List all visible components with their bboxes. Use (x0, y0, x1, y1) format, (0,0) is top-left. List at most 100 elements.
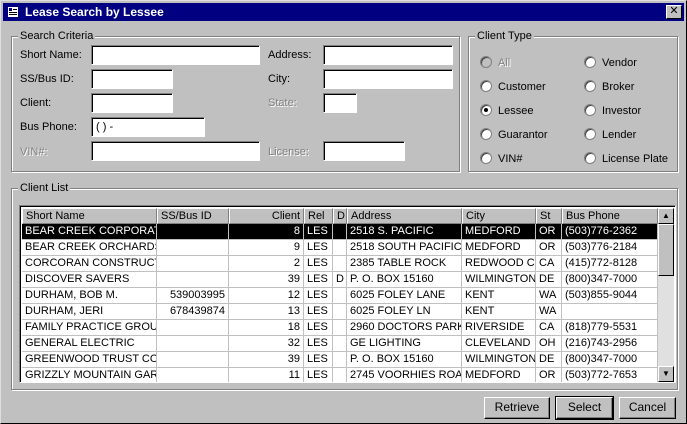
radio-vendor-label: Vendor (602, 57, 637, 69)
radio-lender[interactable]: Lender (584, 128, 636, 141)
close-button[interactable]: ✕ (666, 5, 682, 19)
column-header-d[interactable]: D (333, 208, 347, 224)
vin-input[interactable] (91, 141, 260, 161)
app-icon (8, 7, 18, 17)
radio-vendor[interactable]: Vendor (584, 56, 637, 69)
ss-bus-id-label: SS/Bus ID: (20, 73, 74, 85)
cell-ss-bus-id (157, 368, 229, 382)
address-label: Address: (268, 49, 312, 61)
ss-bus-id-input[interactable] (91, 69, 173, 89)
column-header-client[interactable]: Client (229, 208, 304, 224)
select-button[interactable]: Select (555, 396, 614, 420)
cell-city: WILMINGTON (462, 272, 536, 288)
cell-short-name: DISCOVER SAVERS (22, 272, 157, 288)
cell-address: 2960 DOCTORS PARK (347, 320, 462, 336)
cell-client: 8 (229, 224, 304, 240)
cell-bus-phone: (503)772-7653 (562, 368, 658, 382)
search-criteria-title: Search Criteria (18, 30, 96, 42)
scroll-up-button[interactable]: ▲ (658, 208, 674, 224)
table-row[interactable]: BEAR CREEK ORCHARDS 9 LES 2518 SOUTH PACIFI… (22, 240, 658, 256)
cell-address: P. O. BOX 15160 (347, 352, 462, 368)
column-header-short-name[interactable]: Short Name (22, 208, 157, 224)
table-row[interactable]: FAMILY PRACTICE GROUP 18 LES 2960 DOCTORS P… (22, 320, 658, 336)
column-header-city[interactable]: City (462, 208, 536, 224)
address-input[interactable] (323, 45, 453, 65)
radio-guarantor-label: Guarantor (498, 129, 548, 141)
cell-ss-bus-id (157, 320, 229, 336)
radio-lessee-label: Lessee (498, 105, 534, 117)
cell-ss-bus-id: 539003995 (157, 288, 229, 304)
cell-client: 39 (229, 352, 304, 368)
radio-guarantor-indicator (480, 128, 492, 140)
cell-client: 9 (229, 240, 304, 256)
radio-customer[interactable]: Customer (480, 80, 546, 93)
radio-license-plate[interactable]: License Plate (584, 152, 668, 165)
column-header-ss-bus-id[interactable]: SS/Bus ID (157, 208, 229, 224)
retrieve-button[interactable]: Retrieve (484, 397, 550, 419)
radio-customer-indicator (480, 80, 492, 92)
table-row[interactable]: BEAR CREEK CORPORATION 8LES 2518 S. PACIFI… (22, 224, 658, 240)
table-row[interactable]: GREENWOOD TRUST CO 39 LES P. O. BOX 15160 WI… (22, 352, 658, 368)
cell-city: WILMINGTON (462, 352, 536, 368)
cell-st: DE (536, 272, 562, 288)
radio-broker[interactable]: Broker (584, 80, 634, 93)
scroll-down-button[interactable]: ▼ (658, 366, 674, 382)
cell-address: 6025 FOLEY LANE (347, 288, 462, 304)
cell-client: 13 (229, 304, 304, 320)
table-row[interactable]: GRIZZLY MOUNTAIN GARAGE 11LES 2745 VOORHIE… (22, 368, 658, 382)
table-row[interactable]: DURHAM, BOB M. 539003995 12 LES 6025 FOLEY L… (22, 288, 658, 304)
cell-st: WA (536, 288, 562, 304)
cell-city: KENT (462, 288, 536, 304)
cell-bus-phone: (415)772-8128 (562, 256, 658, 272)
client-input[interactable] (91, 93, 173, 113)
state-input[interactable] (323, 93, 357, 113)
cell-address: P. O. BOX 15160 (347, 272, 462, 288)
cell-ss-bus-id (157, 272, 229, 288)
cell-d (333, 320, 347, 336)
cell-rel: LES (304, 240, 333, 256)
cell-short-name: BEAR CREEK ORCHARDS (22, 240, 157, 256)
column-header-bus-phone[interactable]: Bus Phone (562, 208, 658, 224)
column-header-address[interactable]: Address (347, 208, 462, 224)
bus-phone-input[interactable]: ( ) - (91, 117, 205, 137)
cell-d (333, 224, 347, 240)
lease-search-window: Lease Search by Lessee ✕ Search Criteria… (0, 0, 687, 424)
cell-bus-phone: (503)776-2362 (562, 224, 658, 240)
column-header-st[interactable]: St (536, 208, 562, 224)
vertical-scrollbar[interactable]: ▲ ▼ (658, 208, 674, 382)
cell-ss-bus-id (157, 240, 229, 256)
radio-vin[interactable]: VIN# (480, 152, 522, 165)
table-row[interactable]: DURHAM, JERI 678439874 13 LES 6025 FOLEY LN K… (22, 304, 658, 320)
close-icon: ✕ (669, 5, 679, 17)
cell-client: 32 (229, 336, 304, 352)
cell-client: 39 (229, 272, 304, 288)
cancel-button[interactable]: Cancel (619, 397, 676, 419)
column-header-rel[interactable]: Rel (304, 208, 333, 224)
cell-client: 18 (229, 320, 304, 336)
radio-investor[interactable]: Investor (584, 104, 641, 117)
radio-vin-indicator (480, 152, 492, 164)
table-row[interactable]: DISCOVER SAVERS 39 LES D P. O. BOX 15160 WILM… (22, 272, 658, 288)
radio-lessee[interactable]: Lessee (480, 104, 533, 117)
cell-st: CA (536, 256, 562, 272)
scroll-thumb[interactable] (658, 224, 674, 276)
radio-lessee-indicator (480, 104, 492, 116)
city-input[interactable] (323, 69, 453, 89)
radio-investor-label: Investor (602, 105, 642, 117)
cell-city: REDWOOD CITY (462, 256, 536, 272)
cell-st: OR (536, 224, 562, 240)
cell-city: RIVERSIDE (462, 320, 536, 336)
license-input[interactable] (323, 141, 405, 161)
radio-guarantor[interactable]: Guarantor (480, 128, 548, 141)
cell-st: OH (536, 336, 562, 352)
title-bar[interactable]: Lease Search by Lessee ✕ (3, 3, 684, 21)
client-list-grid[interactable]: Short Name SS/Bus ID Client Rel D Address City… (19, 205, 676, 383)
cell-address: GE LIGHTING (347, 336, 462, 352)
window-title: Lease Search by Lessee (25, 5, 164, 19)
short-name-input[interactable] (91, 45, 260, 65)
cell-address: 2518 SOUTH PACIFIC (347, 240, 462, 256)
radio-all[interactable]: All (480, 56, 510, 69)
table-row[interactable]: CORCORAN CONSTRUCTION 2LES 2385 TABLE ROCK… (22, 256, 658, 272)
cell-short-name: GENERAL ELECTRIC (22, 336, 157, 352)
table-row[interactable]: GENERAL ELECTRIC 32 LES GE LIGHTING CLEVELAN… (22, 336, 658, 352)
